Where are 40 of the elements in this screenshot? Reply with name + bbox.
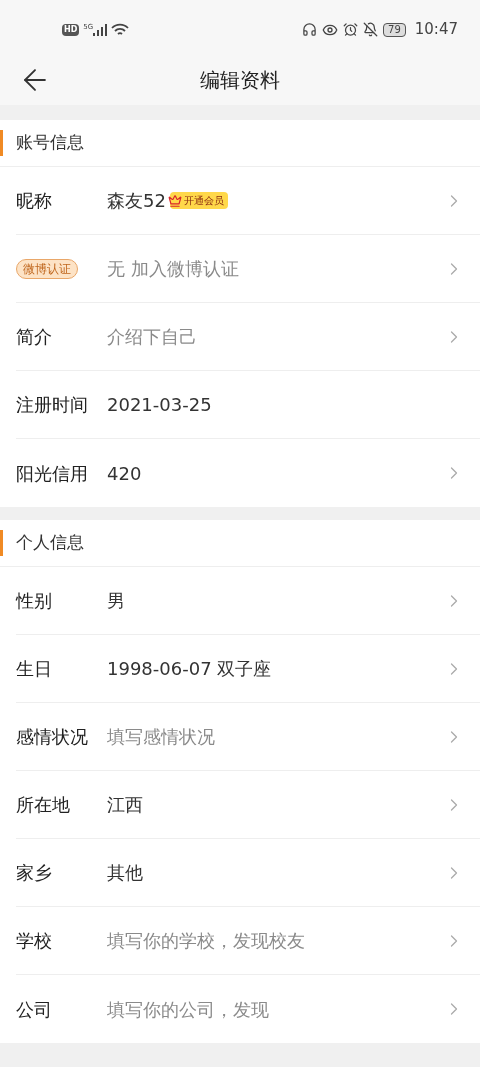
vip-label: 开通会员	[183, 195, 224, 206]
field-label: 注册时间	[16, 393, 88, 417]
wifi-icon	[111, 22, 130, 37]
field-value: 无 加入微博认证	[107, 257, 239, 281]
alarm-icon	[343, 22, 359, 37]
bell-off-icon	[363, 22, 379, 37]
signal-icon	[93, 23, 108, 36]
field-value: 420	[107, 461, 142, 486]
field-value: 填写你的学校，发现校友	[107, 929, 305, 953]
crown-icon	[167, 193, 182, 208]
field-value: 介绍下自己	[107, 325, 197, 349]
field-label: 生日	[16, 657, 52, 681]
field-label: 学校	[16, 929, 52, 953]
field-value: 其他	[107, 861, 143, 885]
section-marker	[0, 130, 3, 156]
hd-indicator: HD	[62, 23, 80, 36]
field-value: 男	[107, 589, 125, 613]
field-value: 填写感情状况	[107, 725, 215, 749]
field-label: 家乡	[16, 861, 52, 885]
section-marker	[0, 530, 3, 556]
field-value: 1998-06-07 双子座	[107, 657, 272, 681]
field-label: 感情状况	[16, 725, 88, 749]
verification-tag: 微博认证	[16, 258, 78, 279]
field-value: 2021-03-25	[107, 393, 212, 417]
field-value: 江西	[107, 793, 143, 817]
section-title: 个人信息	[16, 531, 84, 555]
field-label: 阳光信用	[16, 461, 88, 486]
status-time: 10:47	[414, 19, 458, 41]
field-label: 昵称	[16, 189, 52, 213]
field-value: 填写你的公司，发现	[107, 997, 269, 1022]
field-label: 简介	[16, 325, 52, 349]
headphones-icon	[302, 22, 318, 37]
field-label: 公司	[16, 997, 52, 1022]
field-label: 性别	[16, 589, 52, 613]
vip-badge[interactable]: 开通会员	[169, 192, 228, 209]
battery-indicator: 79	[383, 22, 406, 37]
page-title: 编辑资料	[200, 67, 280, 94]
field-value: 森友52	[107, 189, 166, 213]
field-label: 所在地	[16, 793, 70, 817]
section-title: 账号信息	[16, 131, 84, 155]
